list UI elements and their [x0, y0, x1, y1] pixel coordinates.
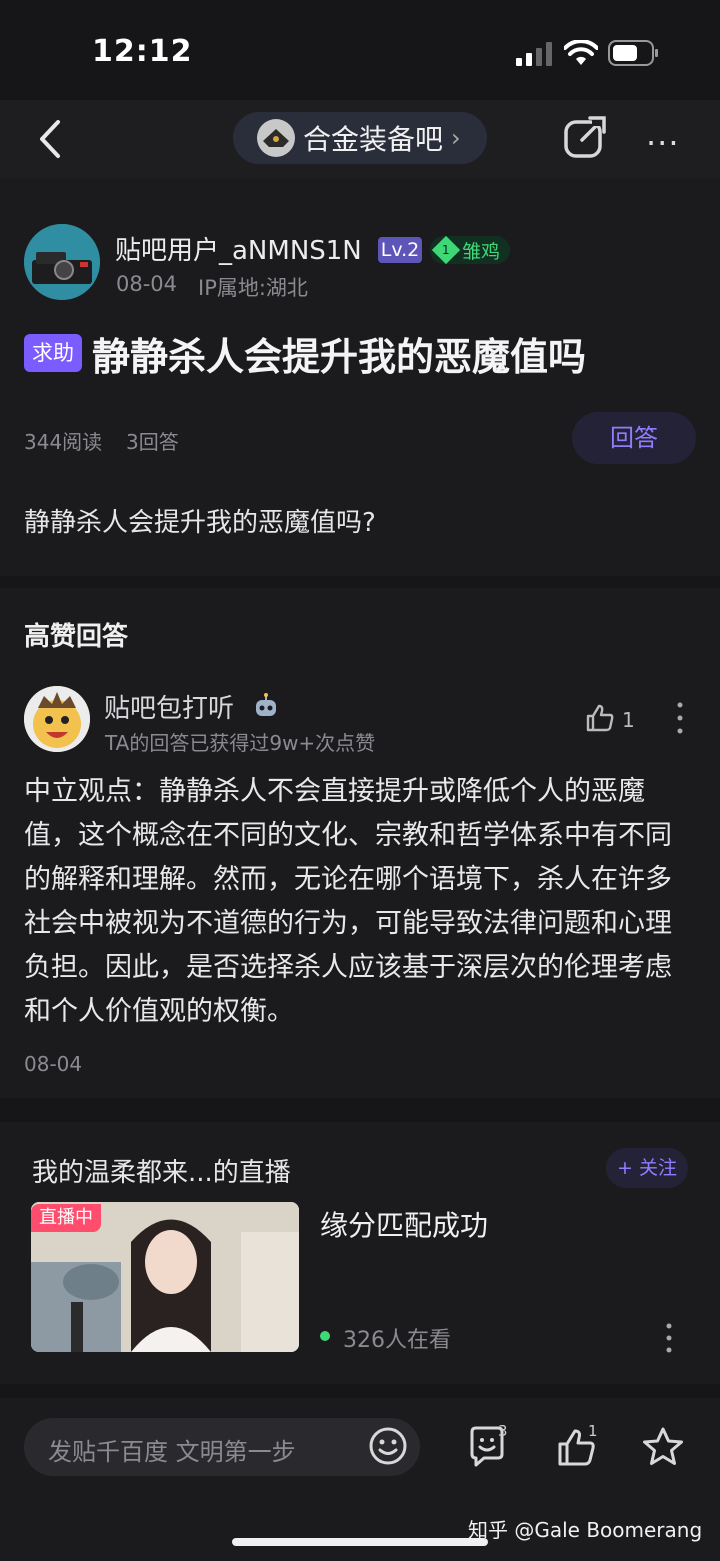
answers-heading: 高赞回答 — [24, 622, 129, 652]
fan-badge: 1 雏鸡 — [430, 235, 511, 265]
signal-icon — [516, 42, 552, 66]
answer-button[interactable]: 回答 — [572, 412, 696, 464]
post-title: 静静杀人会提升我的恶魔值吗 — [92, 335, 587, 379]
post-ip-location: IP属地:湖北 — [198, 276, 308, 300]
home-indicator[interactable] — [232, 1538, 488, 1546]
live-badge: 直播中 — [31, 1204, 101, 1232]
answer-count: 3回答 — [126, 430, 179, 454]
battery-icon — [608, 40, 658, 66]
forum-name: 合金装备吧 — [303, 123, 444, 156]
watermark: 知乎 @Gale Boomerang — [468, 1518, 703, 1542]
help-tag: 求助 — [24, 334, 82, 372]
author-name[interactable]: 贴吧用户_aNMNS1N — [115, 230, 362, 267]
live-more-button[interactable] — [666, 1322, 672, 1354]
back-button[interactable] — [30, 116, 70, 162]
thumb-count: 1 — [588, 1422, 598, 1440]
fan-level-icon: 1 — [431, 235, 461, 265]
like-icon[interactable] — [584, 702, 616, 734]
more-options-button[interactable]: ··· — [646, 124, 690, 162]
post-date: 08-04 — [116, 272, 178, 296]
forum-link[interactable]: 合金装备吧 › — [233, 112, 487, 164]
post-body: 静静杀人会提升我的恶魔值吗? — [24, 508, 376, 538]
read-count: 344阅读 — [24, 430, 103, 454]
status-time: 12:12 — [92, 34, 193, 69]
live-subtitle: 缘分匹配成功 — [320, 1209, 489, 1242]
viewer-count: 326人在看 — [343, 1328, 451, 1353]
reply-author-name[interactable]: 贴吧包打听 — [104, 688, 234, 725]
share-button[interactable] — [562, 114, 608, 160]
level-badge: Lv.2 — [378, 237, 422, 263]
fan-title: 雏鸡 — [462, 240, 501, 263]
reply-more-button[interactable] — [676, 700, 684, 736]
reply-date: 08-04 — [24, 1052, 83, 1076]
reply-avatar[interactable] — [24, 686, 90, 752]
forum-logo-icon — [257, 119, 295, 157]
reply-body: 中立观点：静静杀人不会直接提升或降低个人的恶魔值，这个概念在不同的文化、宗教和哲… — [24, 776, 672, 1027]
star-icon[interactable] — [641, 1426, 685, 1468]
reply-author-subtitle: TA的回答已获得过9w+次点赞 — [105, 731, 376, 755]
robot-icon — [256, 693, 276, 716]
comment-count: 3 — [498, 1422, 508, 1440]
comment-placeholder[interactable]: 发贴千百度 文明第一步 — [48, 1432, 296, 1467]
follow-button[interactable]: + 关注 — [606, 1148, 688, 1188]
chevron-right-icon: › — [451, 124, 461, 152]
wifi-icon — [564, 40, 598, 65]
live-status-dot — [320, 1331, 330, 1341]
emoji-icon[interactable] — [368, 1426, 408, 1466]
author-avatar[interactable] — [24, 224, 100, 300]
like-count: 1 — [622, 708, 635, 732]
live-stream-title[interactable]: 我的温柔都来...的直播 — [32, 1152, 291, 1189]
